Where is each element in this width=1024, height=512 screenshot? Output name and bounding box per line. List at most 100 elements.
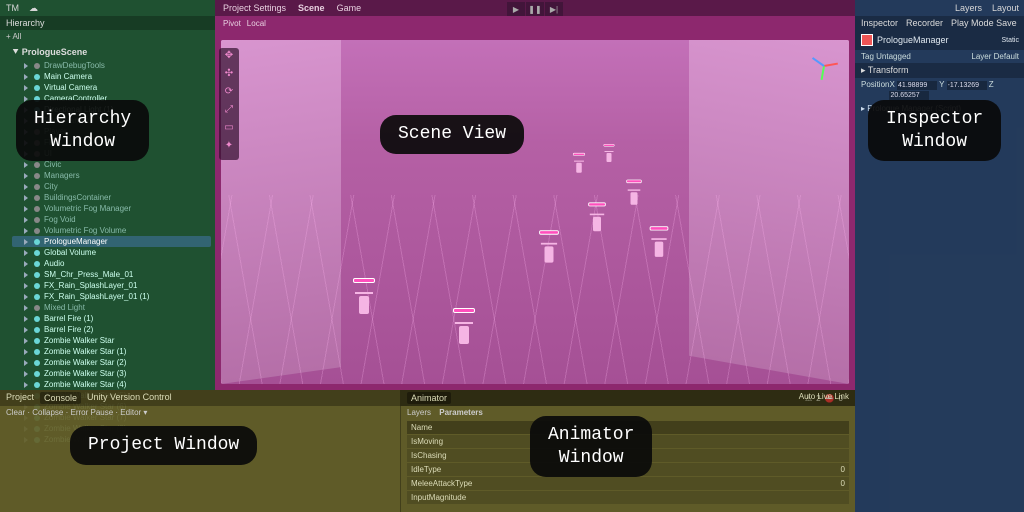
position-label: Position bbox=[861, 80, 889, 100]
tm-icon[interactable]: TM bbox=[6, 3, 19, 13]
tab-scene[interactable]: Scene bbox=[298, 3, 325, 13]
hierarchy-item[interactable]: Volumetric Fog Manager bbox=[12, 203, 211, 214]
hierarchy-item[interactable]: City bbox=[12, 181, 211, 192]
hierarchy-item[interactable]: Directional Light (1) bbox=[12, 104, 211, 115]
play-button[interactable]: ▶ bbox=[507, 2, 525, 16]
hierarchy-search[interactable]: All bbox=[12, 32, 21, 41]
step-button[interactable]: ▶| bbox=[545, 2, 563, 16]
transform-component[interactable]: Transform bbox=[868, 65, 909, 75]
npc[interactable] bbox=[542, 237, 556, 262]
console-tab[interactable]: Console bbox=[40, 392, 81, 404]
hierarchy-item[interactable]: DrawDebugTools bbox=[12, 60, 211, 71]
hierarchy-item[interactable]: PrologueManager bbox=[12, 236, 211, 247]
hierarchy-item[interactable]: Zombie Walker Star bbox=[12, 335, 211, 346]
transform-tool-icon[interactable]: ✦ bbox=[219, 140, 239, 158]
inspector-tab[interactable]: Inspector bbox=[861, 18, 898, 28]
npc[interactable] bbox=[575, 157, 584, 172]
hierarchy-item[interactable]: Audio bbox=[12, 258, 211, 269]
uvc-tab[interactable]: Unity Version Control bbox=[87, 392, 172, 404]
hierarchy-item[interactable]: Mixed Light bbox=[12, 302, 211, 313]
npc[interactable] bbox=[652, 233, 666, 257]
npc[interactable] bbox=[628, 185, 639, 205]
layer-dropdown[interactable]: Default bbox=[994, 52, 1019, 61]
hierarchy-item[interactable]: Barrel Fire (2) bbox=[12, 324, 211, 335]
tag-dropdown[interactable]: Untagged bbox=[876, 52, 911, 61]
hierarchy-item[interactable]: PoolsHandler bbox=[12, 115, 211, 126]
parameters-subtab[interactable]: Parameters bbox=[439, 408, 483, 417]
move-tool-icon[interactable]: ✣ bbox=[219, 68, 239, 86]
clear-button[interactable]: Clear bbox=[6, 408, 25, 417]
hierarchy-tab[interactable]: Hierarchy bbox=[0, 16, 215, 30]
hierarchy-item[interactable]: SM_Chr_Press_Male_01 bbox=[12, 269, 211, 280]
scene-tool-strip: ✥ ✣ ⟳ ⤢ ▭ ✦ bbox=[219, 48, 239, 160]
param-name-header: Name bbox=[411, 423, 432, 432]
animator-param-row[interactable]: IsChasing bbox=[407, 449, 849, 462]
pause-button[interactable]: ❚❚ bbox=[526, 2, 544, 16]
hierarchy-item[interactable]: Zombie Walker Star (1) bbox=[12, 346, 211, 357]
static-toggle[interactable]: Static bbox=[1001, 37, 1019, 44]
hierarchy-item[interactable]: Zombie Walker Star (2) bbox=[12, 357, 211, 368]
scene-root[interactable]: ⯆ PrologueScene bbox=[12, 45, 211, 60]
animator-param-row[interactable]: IdleType0 bbox=[407, 463, 849, 476]
hierarchy-item[interactable]: FX_Rain_SplashLayer_01 bbox=[12, 280, 211, 291]
hierarchy-item[interactable]: Virtual Camera bbox=[12, 82, 211, 93]
hierarchy-item[interactable]: Player bbox=[12, 126, 211, 137]
orientation-gizmo[interactable] bbox=[805, 46, 843, 84]
hierarchy-window: TM ☁ Hierarchy + All ⯆ PrologueScene Dra… bbox=[0, 0, 215, 390]
animator-tab[interactable]: Animator bbox=[407, 392, 451, 404]
hierarchy-item[interactable]: Managers bbox=[12, 170, 211, 181]
pos-z[interactable] bbox=[889, 91, 929, 100]
layers-subtab[interactable]: Layers bbox=[407, 408, 431, 417]
cloud-icon[interactable]: ☁ bbox=[29, 3, 38, 14]
animator-param-row[interactable]: MeleeAttackType0 bbox=[407, 477, 849, 490]
animator-param-row[interactable]: InputMagnitude bbox=[407, 491, 849, 504]
hierarchy-item[interactable]: Global Volume bbox=[12, 247, 211, 258]
npc[interactable] bbox=[456, 316, 472, 344]
autolive-toggle[interactable]: Auto Live Link bbox=[799, 392, 849, 404]
project-tab[interactable]: Project bbox=[6, 392, 34, 404]
rotate-tool-icon[interactable]: ⟳ bbox=[219, 86, 239, 104]
scene-viewport[interactable] bbox=[221, 40, 849, 384]
tab-game[interactable]: Game bbox=[337, 3, 362, 13]
hierarchy-item[interactable]: BuildingsContainer bbox=[12, 192, 211, 203]
playmodesave-tab[interactable]: Play Mode Save bbox=[951, 18, 1017, 28]
hierarchy-item[interactable]: Zombie Walker Star (3) bbox=[12, 368, 211, 379]
error-pause-toggle[interactable]: Error Pause bbox=[70, 408, 113, 417]
object-name[interactable]: PrologueManager bbox=[877, 35, 949, 45]
npc[interactable] bbox=[591, 209, 604, 231]
rect-tool-icon[interactable]: ▭ bbox=[219, 122, 239, 140]
local-toggle[interactable]: Local bbox=[247, 19, 266, 28]
layer-label: Layer bbox=[971, 52, 991, 61]
hierarchy-item[interactable]: Barrel Fire (1) bbox=[12, 313, 211, 324]
hierarchy-item[interactable]: Zombie Walker Star (4) bbox=[12, 379, 211, 390]
script-component[interactable]: Prologue Manager (Script) bbox=[867, 104, 961, 113]
bottom-panel: Project Console Unity Version Control Cl… bbox=[0, 390, 855, 512]
animator-panel: Animator Auto Live Link Layers Parameter… bbox=[400, 390, 855, 512]
hierarchy-item[interactable]: Fog Void bbox=[12, 214, 211, 225]
hand-tool-icon[interactable]: ✥ bbox=[219, 50, 239, 68]
ground-grid bbox=[221, 195, 849, 384]
pivot-toggle[interactable]: Pivot bbox=[223, 19, 241, 28]
hierarchy-item[interactable]: Main Camera bbox=[12, 71, 211, 82]
hierarchy-item[interactable]: UI bbox=[12, 148, 211, 159]
hierarchy-item[interactable]: FX_Rain_SplashLayer_01 (1) bbox=[12, 291, 211, 302]
pos-x[interactable] bbox=[897, 81, 937, 90]
animator-param-row[interactable]: IsMoving bbox=[407, 435, 849, 448]
recorder-tab[interactable]: Recorder bbox=[906, 18, 943, 28]
collapse-toggle[interactable]: Collapse bbox=[32, 408, 63, 417]
editor-dropdown[interactable]: Editor bbox=[120, 408, 141, 417]
hierarchy-item[interactable]: Civic bbox=[12, 159, 211, 170]
npc[interactable] bbox=[605, 148, 613, 162]
tag-label: Tag bbox=[861, 52, 874, 61]
hierarchy-item[interactable]: Volumetric Fog Volume bbox=[12, 225, 211, 236]
npc[interactable] bbox=[356, 286, 372, 314]
tab-project-settings[interactable]: Project Settings bbox=[223, 3, 286, 13]
layout-dropdown[interactable]: Layout bbox=[992, 3, 1019, 13]
play-controls: ▶ ❚❚ ▶| bbox=[507, 2, 563, 16]
layers-dropdown[interactable]: Layers bbox=[955, 3, 982, 13]
inspector-window: Layers Layout Inspector Recorder Play Mo… bbox=[855, 0, 1024, 512]
pos-y[interactable] bbox=[947, 81, 987, 90]
hierarchy-item[interactable]: CameraController bbox=[12, 93, 211, 104]
hierarchy-item[interactable]: FPS bbox=[12, 137, 211, 148]
scale-tool-icon[interactable]: ⤢ bbox=[219, 104, 239, 122]
